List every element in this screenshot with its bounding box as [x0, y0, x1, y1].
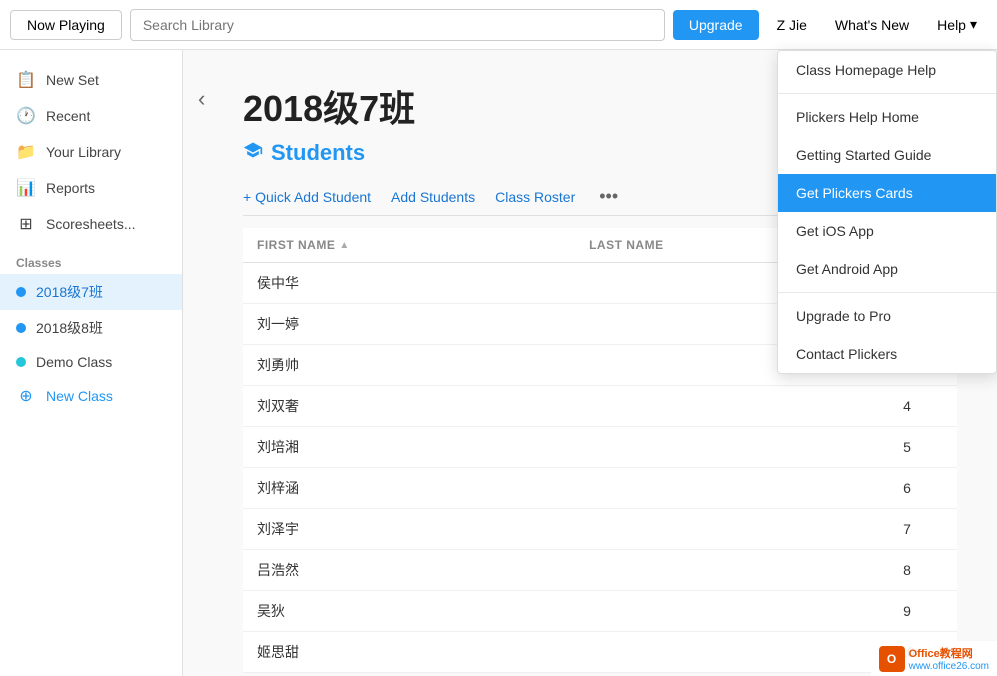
table-row[interactable]: 吕浩然 8: [243, 550, 957, 591]
sidebar-item-class3[interactable]: Demo Class: [0, 346, 182, 378]
table-row[interactable]: 吴狄 9: [243, 591, 957, 632]
help-item-getting-started[interactable]: Getting Started Guide: [778, 136, 996, 174]
cell-firstname: 吕浩然: [243, 550, 575, 591]
students-icon: [243, 140, 263, 166]
table-row[interactable]: 刘梓涵 6: [243, 468, 957, 509]
sidebar-label-new-set: New Set: [46, 72, 99, 88]
help-item-android[interactable]: Get Android App: [778, 250, 996, 288]
help-dropdown: Class Homepage Help Plickers Help Home G…: [777, 50, 997, 374]
class1-dot: [16, 287, 26, 297]
classes-section-label: Classes: [0, 242, 182, 274]
sidebar-item-class1[interactable]: 2018级7班: [0, 274, 182, 310]
help-item-class-homepage[interactable]: Class Homepage Help: [778, 51, 996, 89]
cell-firstname: 刘双奢: [243, 386, 575, 427]
reports-icon: 📊: [16, 178, 36, 198]
help-button[interactable]: Help ▾: [927, 10, 987, 39]
library-icon: 📁: [16, 142, 36, 162]
whats-new-button[interactable]: What's New: [825, 11, 919, 39]
new-class-icon: ⊕: [16, 386, 36, 406]
cell-lastname: [575, 591, 857, 632]
cell-cardno: 6: [857, 468, 957, 509]
class3-dot: [16, 357, 26, 367]
more-options-button[interactable]: •••: [599, 186, 618, 207]
cell-cardno: 5: [857, 427, 957, 468]
cell-cardno: 8: [857, 550, 957, 591]
help-item-ios[interactable]: Get iOS App: [778, 212, 996, 250]
sidebar-item-new-class[interactable]: ⊕ New Class: [0, 378, 182, 414]
cell-lastname: [575, 632, 857, 673]
user-button[interactable]: Z Jie: [767, 11, 817, 39]
help-divider-2: [778, 292, 996, 293]
cell-firstname: 吴狄: [243, 591, 575, 632]
sidebar-label-class3: Demo Class: [36, 354, 112, 370]
sidebar-label-class1: 2018级7班: [36, 282, 103, 302]
sidebar-item-class2[interactable]: 2018级8班: [0, 310, 182, 346]
sidebar-label-recent: Recent: [46, 108, 90, 124]
new-set-icon: 📋: [16, 70, 36, 90]
cell-lastname: [575, 427, 857, 468]
cell-lastname: [575, 550, 857, 591]
cell-lastname: [575, 468, 857, 509]
table-row[interactable]: 刘泽宇 7: [243, 509, 957, 550]
chevron-down-icon: ▾: [970, 16, 977, 33]
cell-lastname: [575, 509, 857, 550]
table-row[interactable]: 刘培湘 5: [243, 427, 957, 468]
scoresheets-icon: ⊞: [16, 214, 36, 234]
class-roster-button[interactable]: Class Roster: [495, 189, 575, 205]
help-item-get-cards[interactable]: Get Plickers Cards: [778, 174, 996, 212]
sidebar-label-class2: 2018级8班: [36, 318, 103, 338]
sidebar-item-scoresheets[interactable]: ⊞ Scoresheets...: [0, 206, 182, 242]
students-label: Students: [271, 140, 365, 166]
sidebar-label-scoresheets: Scoresheets...: [46, 216, 136, 232]
sidebar-item-new-set[interactable]: 📋 New Set: [0, 62, 182, 98]
search-input[interactable]: [130, 9, 665, 41]
sidebar-label-library: Your Library: [46, 144, 121, 160]
help-item-plickers-home[interactable]: Plickers Help Home: [778, 98, 996, 136]
help-item-upgrade[interactable]: Upgrade to Pro: [778, 297, 996, 335]
top-nav: Now Playing Upgrade Z Jie What's New Hel…: [0, 0, 997, 50]
sidebar-item-recent[interactable]: 🕐 Recent: [0, 98, 182, 134]
watermark: O Office教程网 www.office26.com: [871, 641, 997, 676]
cell-firstname: 姬思甜: [243, 632, 575, 673]
add-students-button[interactable]: Add Students: [391, 189, 475, 205]
help-divider-1: [778, 93, 996, 94]
sidebar-item-reports[interactable]: 📊 Reports: [0, 170, 182, 206]
help-label: Help: [937, 17, 966, 33]
cell-lastname: [575, 386, 857, 427]
col-header-firstname[interactable]: FIRST NAME ▲: [243, 228, 575, 263]
cell-cardno: 4: [857, 386, 957, 427]
table-row[interactable]: 姬思甜 10: [243, 632, 957, 673]
cell-cardno: 7: [857, 509, 957, 550]
cell-firstname: 侯中华: [243, 263, 575, 304]
sidebar-item-library[interactable]: 📁 Your Library: [0, 134, 182, 170]
upgrade-button[interactable]: Upgrade: [673, 10, 759, 40]
sidebar-label-reports: Reports: [46, 180, 95, 196]
cell-firstname: 刘梓涵: [243, 468, 575, 509]
now-playing-button[interactable]: Now Playing: [10, 10, 122, 40]
sort-arrow-icon: ▲: [339, 240, 349, 251]
watermark-icon: O: [879, 646, 905, 672]
table-row[interactable]: 刘双奢 4: [243, 386, 957, 427]
cell-firstname: 刘培湘: [243, 427, 575, 468]
sidebar: 📋 New Set 🕐 Recent 📁 Your Library 📊 Repo…: [0, 50, 183, 676]
recent-icon: 🕐: [16, 106, 36, 126]
quick-add-button[interactable]: + Quick Add Student: [243, 189, 371, 205]
sidebar-label-new-class: New Class: [46, 388, 113, 404]
cell-firstname: 刘勇帅: [243, 345, 575, 386]
class2-dot: [16, 323, 26, 333]
watermark-text: Office教程网 www.office26.com: [909, 645, 989, 672]
cell-firstname: 刘一婷: [243, 304, 575, 345]
cell-firstname: 刘泽宇: [243, 509, 575, 550]
back-button[interactable]: ‹: [198, 86, 205, 112]
help-item-contact[interactable]: Contact Plickers: [778, 335, 996, 373]
cell-cardno: 9: [857, 591, 957, 632]
